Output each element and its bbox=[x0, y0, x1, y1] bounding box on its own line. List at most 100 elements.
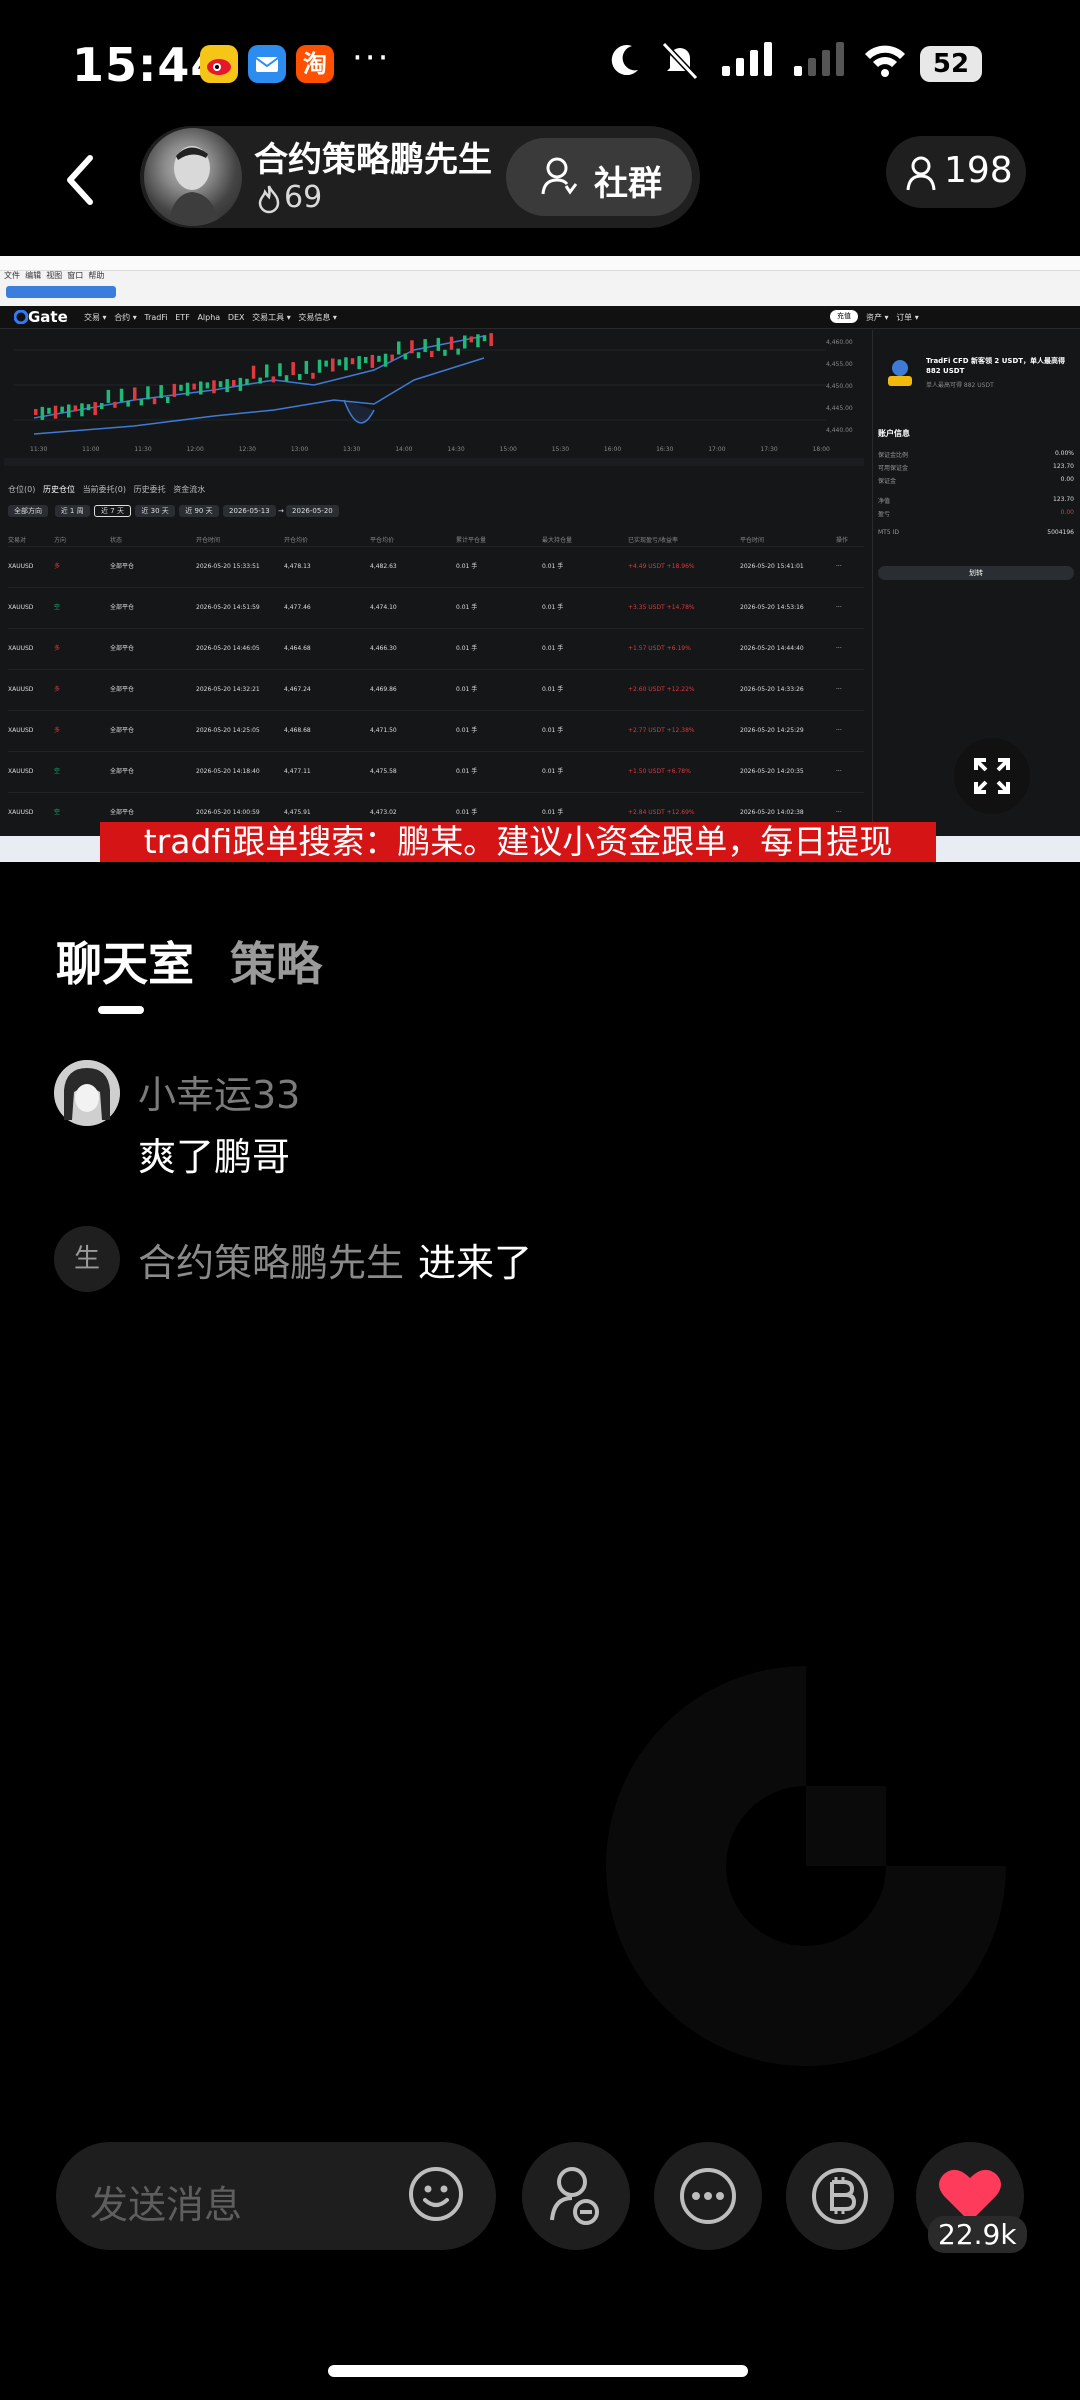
gate-nav-links: 交易 ▾ 合约 ▾ TradFi ETF Alpha DEX 交易工具 ▾ 交易… bbox=[84, 313, 337, 322]
gate-watermark-logo bbox=[586, 1646, 1026, 2086]
cell-close-time: 2026-05-20 14:33:26 bbox=[740, 686, 804, 693]
candle bbox=[423, 339, 427, 353]
time-tick: 14:30 bbox=[447, 446, 465, 453]
cell-pnl: +3.35 USDT +14.78% bbox=[628, 604, 695, 611]
cell-closed-volume: 0.01 手 bbox=[456, 645, 478, 652]
time-tick: 16:30 bbox=[656, 446, 674, 453]
time-tick: 15:00 bbox=[499, 446, 517, 453]
cell-max-position: 0.01 手 bbox=[542, 727, 564, 734]
time-tick: 12:30 bbox=[238, 446, 256, 453]
price-chart bbox=[14, 330, 826, 440]
nav-assets: 资产 bbox=[866, 313, 882, 322]
candle bbox=[443, 349, 447, 356]
account-row: MT5 ID 5004196 bbox=[878, 529, 1074, 542]
emoji-icon[interactable] bbox=[406, 2164, 466, 2224]
time-axis: 11:30 11:00 11:30 12:00 12:30 13:00 13:3… bbox=[30, 446, 830, 453]
account-row: 净值 123.70 bbox=[878, 496, 1074, 509]
cell-direction: 空 bbox=[54, 768, 61, 775]
candle bbox=[383, 353, 388, 367]
status-bar: 15:44 淘 ··· 52 bbox=[0, 0, 1080, 130]
message-input-placeholder[interactable]: 发送消息 bbox=[90, 2174, 242, 2229]
table-row: XAUUSD 多 全部平仓 2026-05-20 14:25:05 4,468.68 4,… bbox=[8, 710, 864, 751]
candle bbox=[291, 362, 295, 376]
table-row: XAUUSD 多 全部平仓 2026-05-20 14:46:05 4,464.68 4,… bbox=[8, 628, 864, 669]
group-join-button[interactable] bbox=[522, 2142, 630, 2250]
filter-90d: 近 90 天 bbox=[179, 505, 219, 517]
heat-flame-icon bbox=[256, 184, 282, 218]
host-avatar[interactable] bbox=[144, 128, 242, 226]
cell-open-price: 4,464.68 bbox=[284, 645, 311, 652]
candle bbox=[34, 409, 38, 415]
account-value: 0.00% bbox=[1054, 450, 1074, 457]
candle bbox=[377, 355, 381, 362]
cell-open-time: 2026-05-20 14:32:21 bbox=[196, 686, 260, 693]
cell-closed-volume: 0.01 手 bbox=[456, 604, 478, 611]
cell-close-time: 2026-05-20 14:20:35 bbox=[740, 768, 804, 775]
bitcoin-button[interactable] bbox=[786, 2142, 894, 2250]
cell-open-price: 4,467.24 bbox=[284, 686, 311, 693]
table-body: XAUUSD 多全部平仓 2026-05-20 15:33:51 4,478.13 4,… bbox=[8, 546, 864, 833]
home-indicator[interactable] bbox=[328, 2365, 748, 2377]
cell-pair: XAUUSD bbox=[8, 686, 34, 693]
candle bbox=[370, 354, 375, 368]
cell-close-price: 4,474.10 bbox=[370, 604, 397, 611]
candle bbox=[225, 379, 229, 393]
col-header: 开仓时间 bbox=[196, 536, 221, 544]
cell-direction: 多 bbox=[54, 563, 61, 570]
candle bbox=[331, 358, 335, 372]
time-tick: 16:00 bbox=[603, 446, 622, 453]
tab-chatroom[interactable]: 聊天室 bbox=[56, 928, 194, 994]
account-label: 净值 bbox=[878, 498, 891, 505]
cell-open-price: 4,468.68 bbox=[284, 727, 311, 734]
account-value: 0.00 bbox=[1060, 509, 1074, 516]
chat-username[interactable]: 小幸运33 bbox=[138, 1064, 300, 1119]
tab-strategy[interactable]: 策略 bbox=[230, 928, 322, 994]
price-tick: 4,450.00 bbox=[826, 383, 853, 390]
candle bbox=[185, 382, 190, 396]
live-stream-video[interactable]: 文件 编辑 视图 窗口 帮助 Gate 交易 ▾ 合约 ▾ TradFi ETF… bbox=[0, 256, 1080, 862]
cell-status: 全部平仓 bbox=[110, 563, 135, 570]
filter-1w: 近 1 周 bbox=[54, 505, 90, 517]
cell-open-time: 2026-05-20 14:00:59 bbox=[196, 809, 260, 816]
cell-max-position: 0.01 手 bbox=[542, 645, 564, 652]
cell-action: ··· bbox=[836, 809, 842, 816]
filter-30d: 近 30 天 bbox=[135, 505, 175, 517]
account-row: 盈亏 0.00 bbox=[878, 509, 1074, 529]
cell-direction: 多 bbox=[54, 645, 61, 652]
chat-user-avatar[interactable] bbox=[54, 1060, 120, 1126]
price-tick: 4,445.00 bbox=[826, 405, 853, 412]
cell-status: 全部平仓 bbox=[110, 768, 135, 775]
cell-pnl: +4.49 USDT +18.96% bbox=[628, 563, 695, 570]
promo-illustration bbox=[880, 356, 920, 388]
back-button[interactable] bbox=[60, 150, 100, 210]
cell-status: 全部平仓 bbox=[110, 604, 135, 611]
time-tick: 17:00 bbox=[708, 446, 726, 453]
price-tick: 4,460.00 bbox=[826, 339, 853, 346]
promo-subtitle: 单人最高可得 882 USDT bbox=[926, 382, 994, 389]
filter-date-start: 2026-05-13 bbox=[223, 505, 276, 517]
join-username[interactable]: 合约策略鹏先生 bbox=[138, 1232, 404, 1287]
host-heat-count: 69 bbox=[284, 180, 323, 215]
candle bbox=[40, 406, 45, 420]
cell-open-price: 4,478.13 bbox=[284, 563, 311, 570]
time-tick: 14:00 bbox=[395, 446, 413, 453]
mail-app-icon bbox=[248, 45, 286, 83]
more-options-button[interactable] bbox=[654, 2142, 762, 2250]
cell-max-position: 0.01 手 bbox=[542, 563, 564, 570]
time-tick: 13:00 bbox=[290, 446, 309, 453]
candle bbox=[139, 399, 144, 406]
candle bbox=[106, 389, 111, 403]
host-name[interactable]: 合约策略鹏先生 bbox=[254, 132, 492, 181]
browser-menu-item: 帮助 bbox=[88, 271, 105, 280]
group-button-label[interactable]: 社群 bbox=[594, 156, 662, 205]
weibo-icon bbox=[200, 45, 238, 83]
cell-close-price: 4,473.02 bbox=[370, 809, 397, 816]
candle bbox=[482, 335, 487, 342]
candle bbox=[53, 405, 58, 419]
candle bbox=[278, 363, 282, 377]
mute-bell-icon bbox=[658, 40, 702, 81]
candle bbox=[218, 381, 223, 388]
candle bbox=[166, 397, 170, 403]
fullscreen-button[interactable] bbox=[954, 738, 1030, 814]
cell-closed-volume: 0.01 手 bbox=[456, 563, 478, 570]
